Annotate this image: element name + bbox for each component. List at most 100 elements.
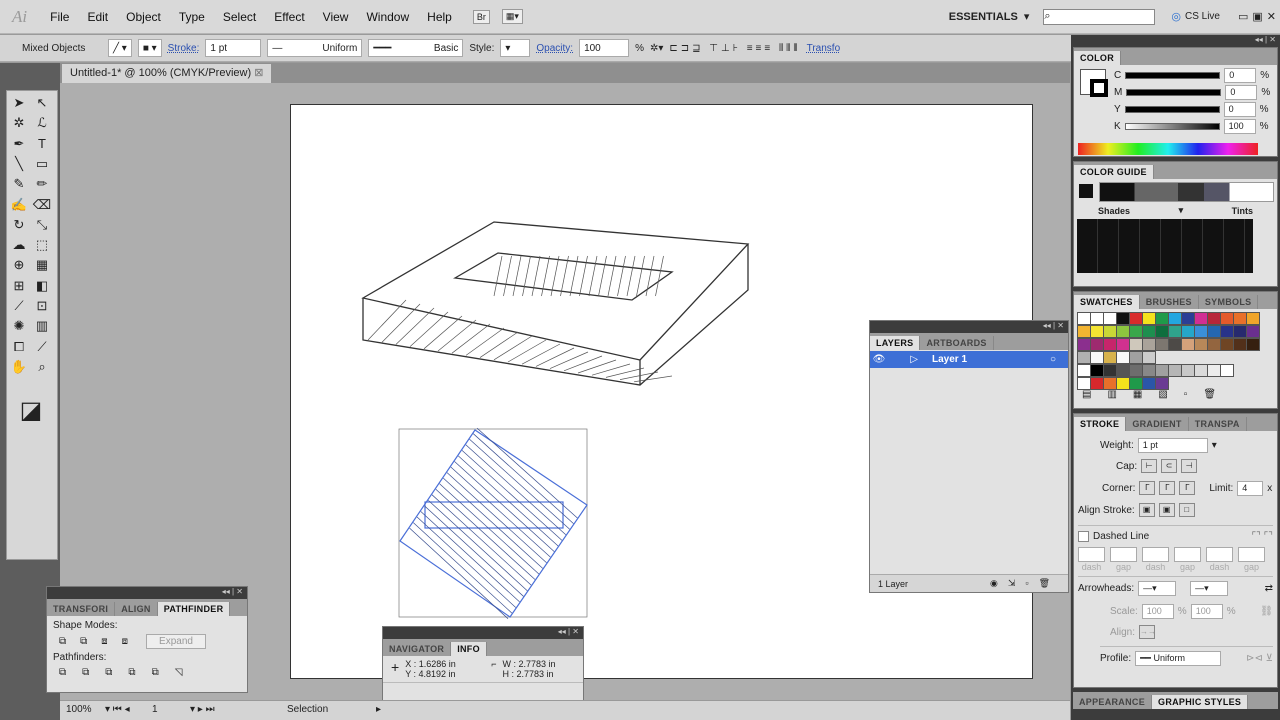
- crop-icon[interactable]: ⧉: [128, 667, 135, 678]
- swatch[interactable]: [1116, 338, 1130, 351]
- expand-triangle-icon[interactable]: ▷: [888, 354, 918, 365]
- swatch[interactable]: [1220, 325, 1234, 338]
- swatch[interactable]: [1155, 364, 1169, 377]
- swatch[interactable]: [1181, 325, 1195, 338]
- swatch[interactable]: [1181, 312, 1195, 325]
- link-icon[interactable]: ⛓: [1260, 606, 1273, 617]
- layer-name[interactable]: Layer 1: [932, 354, 967, 365]
- profile-dropdown[interactable]: ━━ Uniform: [1135, 651, 1222, 666]
- round-cap-icon[interactable]: ⊂: [1161, 459, 1178, 473]
- swatch[interactable]: [1194, 364, 1208, 377]
- trim-icon[interactable]: ⧉: [82, 667, 89, 678]
- channel-slider[interactable]: [1125, 72, 1221, 79]
- swatch[interactable]: [1207, 364, 1221, 377]
- artboard-number[interactable]: 1: [152, 704, 158, 715]
- swatch[interactable]: [1155, 377, 1169, 390]
- divide-icon[interactable]: ⧉: [59, 667, 66, 678]
- arrow-align-icon[interactable]: →→: [1139, 625, 1156, 639]
- swatch[interactable]: [1233, 312, 1247, 325]
- swatch[interactable]: [1194, 325, 1208, 338]
- swatch[interactable]: [1103, 377, 1117, 390]
- swatch[interactable]: [1220, 312, 1234, 325]
- flip-icons[interactable]: ⊳⊲ ⊻: [1246, 653, 1273, 664]
- scale-start-input[interactable]: 100: [1141, 603, 1174, 619]
- swatch[interactable]: [1181, 364, 1195, 377]
- target-icon[interactable]: ○: [1050, 354, 1056, 365]
- swatch[interactable]: [1246, 338, 1260, 351]
- swatch[interactable]: [1090, 325, 1104, 338]
- merge-icon[interactable]: ⧉: [105, 667, 112, 678]
- swap-arrowheads-icon[interactable]: ⇄: [1265, 583, 1273, 594]
- swatch[interactable]: [1142, 312, 1156, 325]
- tab-symbols[interactable]: SYMBOLS: [1199, 295, 1259, 309]
- panel-collapse[interactable]: ◂◂ | ✕: [870, 321, 1068, 333]
- swatch[interactable]: [1103, 325, 1117, 338]
- align-center-icon[interactable]: ▣: [1138, 503, 1155, 517]
- swatch[interactable]: [1220, 338, 1234, 351]
- miter-join-icon[interactable]: Γ: [1139, 481, 1156, 495]
- swatch[interactable]: [1142, 338, 1156, 351]
- swatch[interactable]: [1155, 312, 1169, 325]
- start-arrowhead[interactable]: —▾: [1138, 581, 1177, 596]
- dash-field[interactable]: dash: [1078, 547, 1105, 572]
- swatch[interactable]: [1090, 377, 1104, 390]
- swatch[interactable]: [1116, 364, 1130, 377]
- harmony-rules-dropdown[interactable]: [1099, 182, 1274, 202]
- swatch[interactable]: [1129, 364, 1143, 377]
- window-controls[interactable]: ▭▣✕: [1238, 10, 1280, 23]
- swatch[interactable]: [1103, 338, 1117, 351]
- panel-collapse[interactable]: ◂◂ | ✕: [47, 587, 247, 599]
- swatch[interactable]: [1116, 351, 1130, 364]
- swatch[interactable]: [1142, 325, 1156, 338]
- layer-actions[interactable]: ◉⇲▫🗑: [990, 578, 1060, 589]
- swatch[interactable]: [1129, 338, 1143, 351]
- expand-button[interactable]: Expand: [146, 634, 206, 649]
- minus-back-icon[interactable]: ◹: [175, 667, 183, 678]
- swatch[interactable]: [1207, 312, 1221, 325]
- dashed-line-checkbox[interactable]: [1078, 531, 1089, 542]
- swatch-actions[interactable]: ▤▥▦▧▫🗑: [1074, 389, 1277, 400]
- swatch[interactable]: [1155, 338, 1169, 351]
- bevel-join-icon[interactable]: Γ: [1179, 481, 1196, 495]
- tab-transparency[interactable]: TRANSPA: [1189, 417, 1247, 431]
- channel-slider[interactable]: [1124, 123, 1220, 130]
- swatch[interactable]: [1142, 364, 1156, 377]
- swatch[interactable]: [1103, 351, 1117, 364]
- panel-collapse[interactable]: ◂◂ | ✕: [383, 627, 583, 639]
- channel-slider[interactable]: [1124, 106, 1220, 113]
- tab-color[interactable]: COLOR: [1074, 51, 1121, 65]
- channel-input[interactable]: 0: [1225, 85, 1258, 100]
- cs-live-button[interactable]: CS Live: [1185, 11, 1220, 22]
- dash-field[interactable]: gap: [1174, 547, 1201, 572]
- swatch[interactable]: [1194, 338, 1208, 351]
- tab-brushes[interactable]: BRUSHES: [1140, 295, 1199, 309]
- swatch[interactable]: [1129, 325, 1143, 338]
- tab-graphic-styles[interactable]: GRAPHIC STYLES: [1152, 695, 1249, 709]
- tab-color-guide[interactable]: COLOR GUIDE: [1074, 165, 1154, 179]
- tab-artboards[interactable]: ARTBOARDS: [920, 336, 994, 350]
- dash-alignment-icons[interactable]: ⌜⌝ ⌜⌝: [1251, 531, 1273, 542]
- swatch[interactable]: [1090, 312, 1104, 325]
- swatch[interactable]: [1090, 351, 1104, 364]
- tab-appearance[interactable]: APPEARANCE: [1073, 695, 1153, 709]
- tab-navigator[interactable]: NAVIGATOR: [383, 642, 452, 656]
- exclude-icon[interactable]: ⧈: [122, 636, 128, 647]
- tab-layers[interactable]: LAYERS: [870, 336, 921, 350]
- swatch[interactable]: [1168, 312, 1182, 325]
- swatch[interactable]: [1077, 364, 1091, 377]
- visibility-eye-icon[interactable]: 👁: [870, 354, 888, 365]
- square-cap-icon[interactable]: ⊣: [1181, 459, 1198, 473]
- tab-gradient[interactable]: GRADIENT: [1126, 417, 1189, 431]
- swatch[interactable]: [1129, 312, 1143, 325]
- color-guide-grid[interactable]: [1077, 219, 1253, 273]
- dash-field[interactable]: gap: [1238, 547, 1265, 572]
- tab-swatches[interactable]: SWATCHES: [1074, 295, 1140, 309]
- intersect-icon[interactable]: ⧈: [101, 636, 107, 647]
- outline-icon[interactable]: ⧉: [152, 667, 159, 678]
- dash-field[interactable]: dash: [1206, 547, 1233, 572]
- channel-input[interactable]: 100: [1223, 119, 1256, 134]
- swatch[interactable]: [1090, 364, 1104, 377]
- align-inside-icon[interactable]: ▣: [1158, 503, 1175, 517]
- swatch[interactable]: [1246, 312, 1260, 325]
- swatch[interactable]: [1168, 364, 1182, 377]
